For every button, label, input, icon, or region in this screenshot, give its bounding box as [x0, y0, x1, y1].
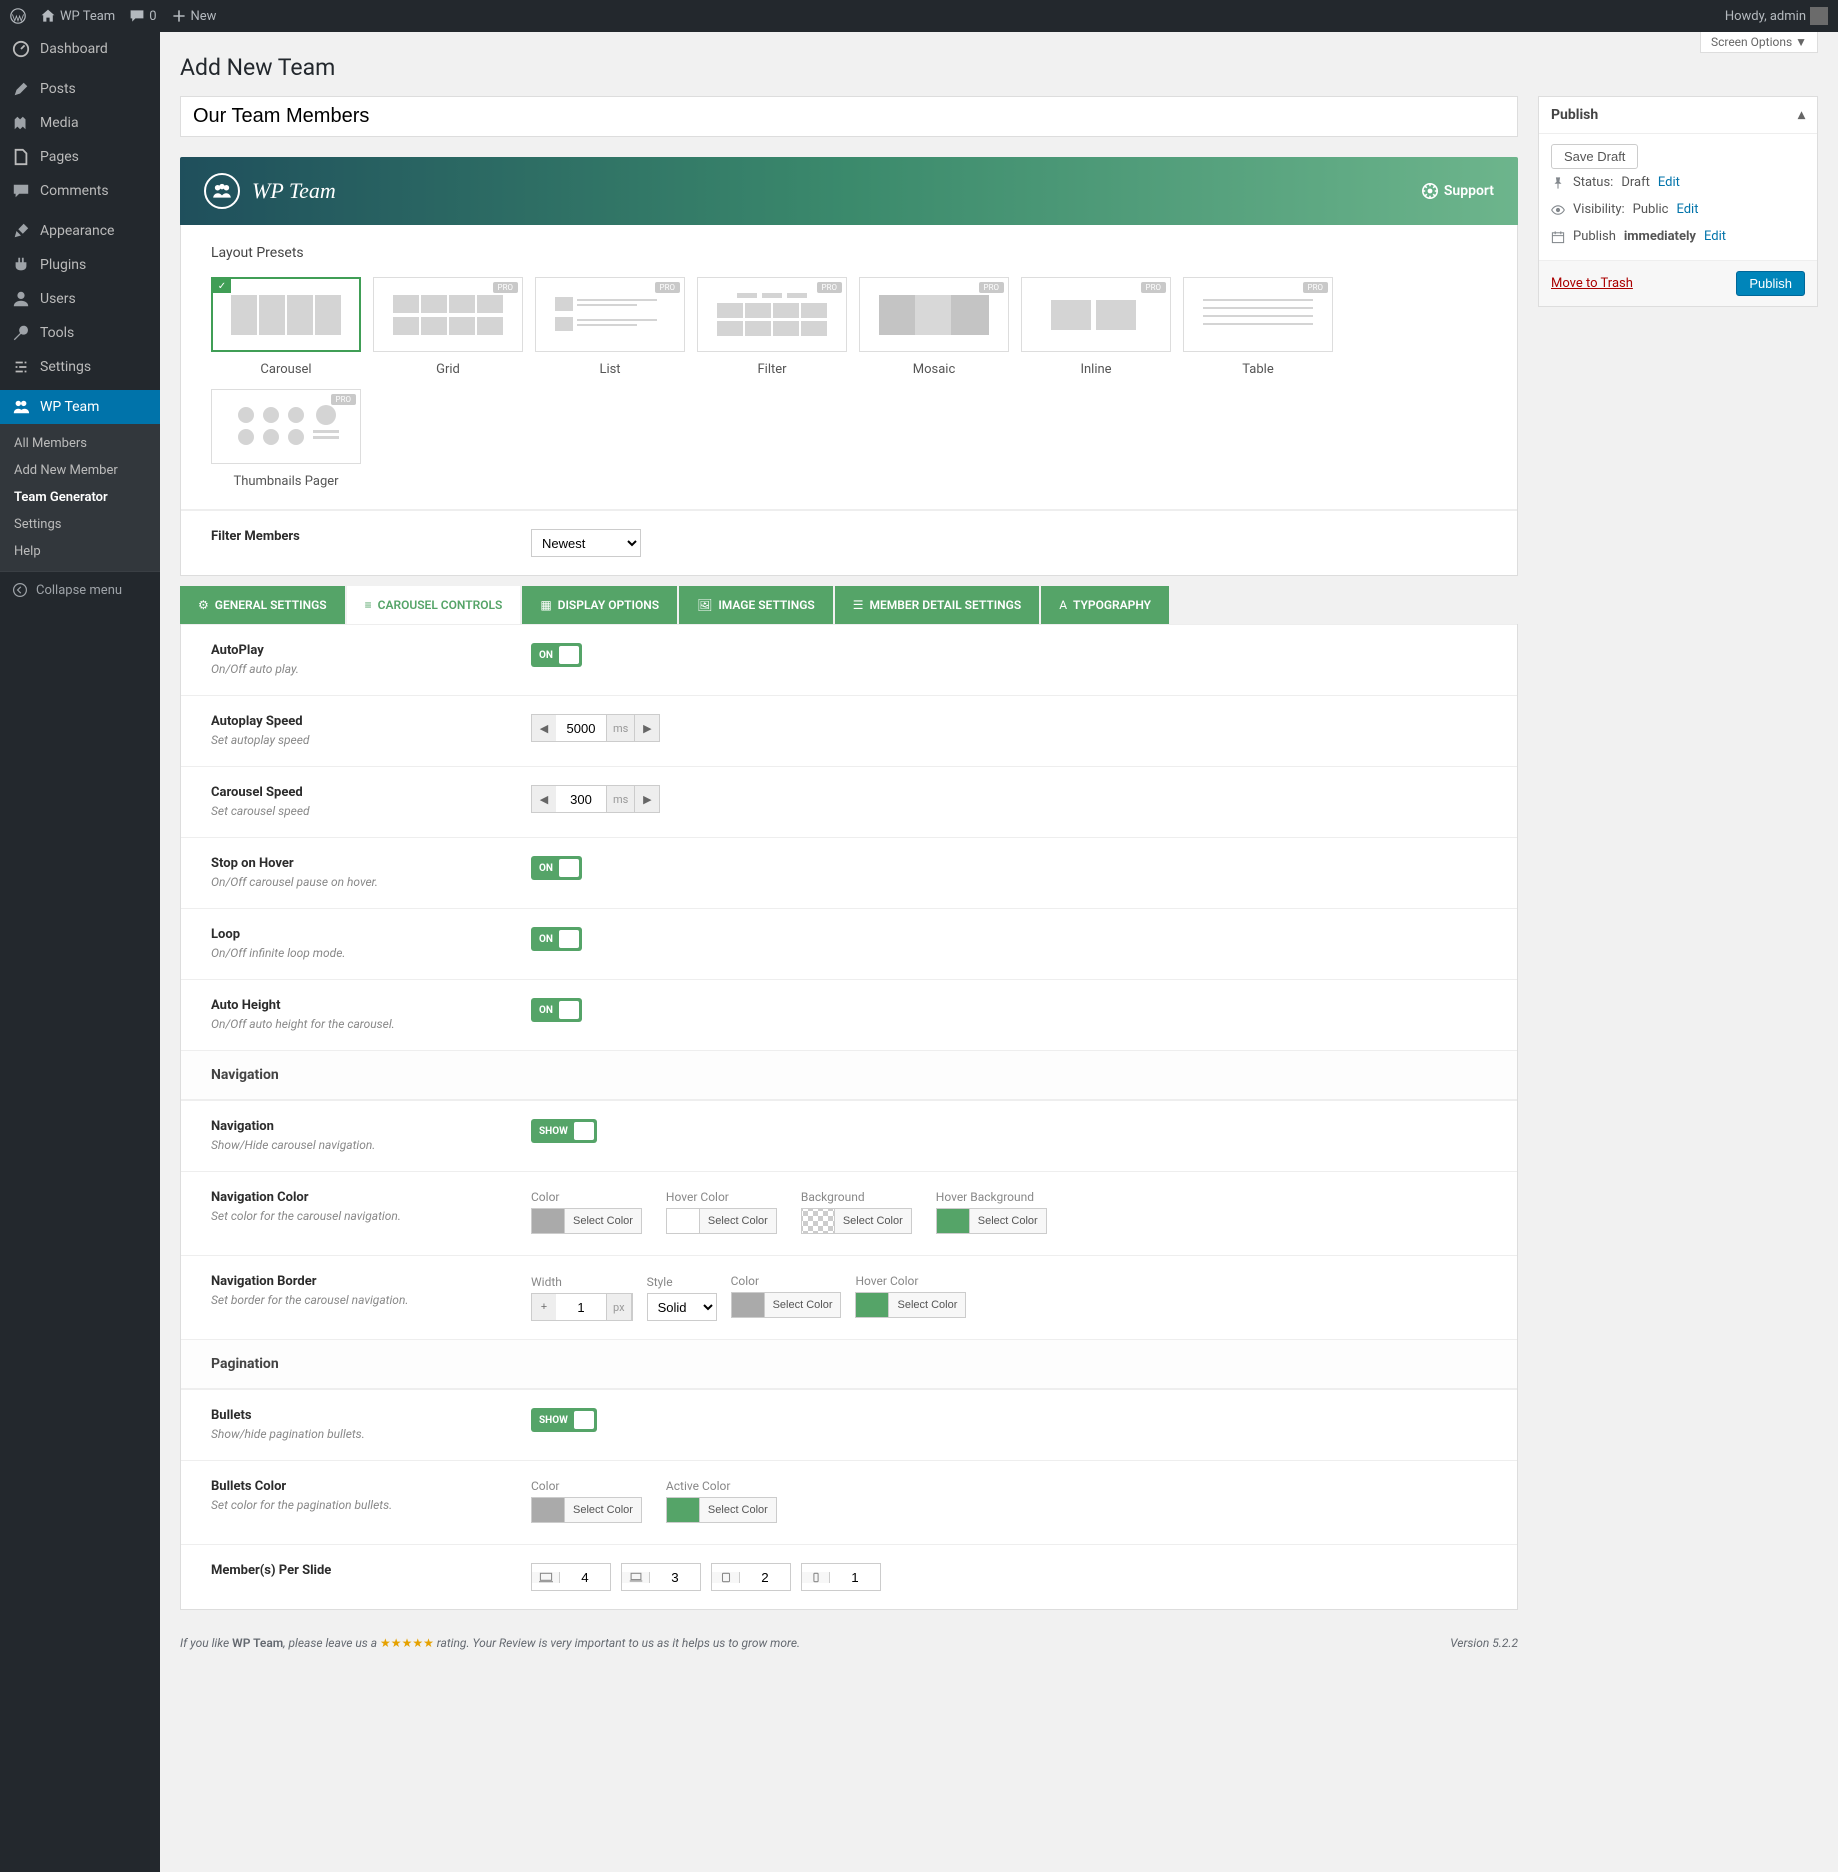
pagination-header: Pagination: [181, 1339, 1517, 1389]
plugin-logo-icon: [204, 173, 240, 209]
save-draft-button[interactable]: Save Draft: [1551, 144, 1638, 169]
per-slide-2[interactable]: [711, 1563, 791, 1591]
support-link[interactable]: Support: [1422, 183, 1494, 199]
move-to-trash[interactable]: Move to Trash: [1551, 276, 1633, 291]
autoplay-speed-input[interactable]: ◀ms▶: [531, 714, 660, 742]
per-slide-1[interactable]: [621, 1563, 701, 1591]
menu-wpteam[interactable]: WP Team: [0, 390, 160, 424]
submenu-all[interactable]: All Members: [0, 430, 160, 457]
nav-color-3[interactable]: Select Color: [936, 1208, 1047, 1234]
plugin-banner: WP Team Support: [180, 157, 1518, 225]
nav-color-2[interactable]: Select Color: [801, 1208, 912, 1234]
tab-general-settings[interactable]: ⚙ GENERAL SETTINGS: [180, 586, 345, 624]
tab-display-options[interactable]: ▦ DISPLAY OPTIONS: [522, 586, 677, 624]
nav-color-0[interactable]: Select Color: [531, 1208, 642, 1234]
filter-label: Filter Members: [211, 529, 531, 544]
preset-grid[interactable]: PROGrid: [373, 277, 523, 377]
preset-mosaic[interactable]: PROMosaic: [859, 277, 1009, 377]
bullet-color-1[interactable]: Select Color: [666, 1497, 777, 1523]
edit-visibility[interactable]: Edit: [1676, 202, 1698, 217]
preset-filter[interactable]: PROFilter: [697, 277, 847, 377]
publish-toggle-icon[interactable]: ▴: [1798, 107, 1805, 123]
tab-image-settings[interactable]: 🖼 IMAGE SETTINGS: [679, 586, 833, 624]
eye-icon: [1551, 203, 1565, 217]
howdy-link[interactable]: Howdy, admin: [1725, 7, 1828, 25]
menu-pages[interactable]: Pages: [0, 140, 160, 174]
publish-button[interactable]: Publish: [1736, 271, 1805, 296]
submenu-gen[interactable]: Team Generator: [0, 484, 160, 511]
footer: If you like WP Team, please leave us a ★…: [180, 1610, 1518, 1650]
nav-toggle[interactable]: SHOW: [531, 1119, 597, 1143]
auto-height-toggle[interactable]: ON: [531, 998, 582, 1022]
collapse-menu[interactable]: Collapse menu: [0, 571, 160, 608]
plugin-name: WP Team: [252, 178, 336, 204]
preset-list[interactable]: PROList: [535, 277, 685, 377]
submenu-help[interactable]: Help: [0, 538, 160, 565]
nav-header: Navigation: [181, 1050, 1517, 1100]
page-title: Add New Team: [180, 54, 1818, 81]
menu-users[interactable]: Users: [0, 282, 160, 316]
wp-logo[interactable]: [10, 8, 26, 24]
tab-typography[interactable]: A TYPOGRAPHY: [1041, 586, 1169, 624]
border-color[interactable]: Select Color: [731, 1292, 842, 1318]
presets-label: Layout Presets: [211, 245, 1487, 261]
title-input[interactable]: [180, 96, 1518, 137]
submenu-settings[interactable]: Settings: [0, 511, 160, 538]
nav-color-1[interactable]: Select Color: [666, 1208, 777, 1234]
loop-toggle[interactable]: ON: [531, 927, 582, 951]
menu-appearance[interactable]: Appearance: [0, 214, 160, 248]
screen-options[interactable]: Screen Options ▼: [1700, 32, 1818, 53]
stop-hover-toggle[interactable]: ON: [531, 856, 582, 880]
comments-link[interactable]: 0: [129, 8, 156, 24]
tab-member-detail-settings[interactable]: ☰ MEMBER DETAIL SETTINGS: [835, 586, 1039, 624]
menu-settings[interactable]: Settings: [0, 350, 160, 384]
avatar: [1810, 7, 1828, 25]
per-slide-0[interactable]: [531, 1563, 611, 1591]
menu-comments[interactable]: Comments: [0, 174, 160, 208]
border-style[interactable]: Solid: [647, 1293, 717, 1321]
bullets-toggle[interactable]: SHOW: [531, 1408, 597, 1432]
tab-carousel-controls[interactable]: ≡ CAROUSEL CONTROLS: [347, 586, 521, 624]
publish-box: Publish▴ Save Draft Status: Draft Edit V…: [1538, 96, 1818, 307]
menu-tools[interactable]: Tools: [0, 316, 160, 350]
filter-select[interactable]: Newest: [531, 529, 641, 557]
preset-table[interactable]: PROTable: [1183, 277, 1333, 377]
autoplay-toggle[interactable]: ON: [531, 643, 582, 667]
calendar-icon: [1551, 230, 1565, 244]
menu-posts[interactable]: Posts: [0, 72, 160, 106]
edit-status[interactable]: Edit: [1658, 175, 1680, 190]
menu-dashboard[interactable]: Dashboard: [0, 32, 160, 66]
menu-media[interactable]: Media: [0, 106, 160, 140]
submenu-wpteam: All Members Add New Member Team Generato…: [0, 424, 160, 571]
preset-carousel[interactable]: Carousel: [211, 277, 361, 377]
border-hover-color[interactable]: Select Color: [855, 1292, 966, 1318]
per-slide-3[interactable]: [801, 1563, 881, 1591]
new-link[interactable]: New: [171, 8, 217, 24]
bullet-color-0[interactable]: Select Color: [531, 1497, 642, 1523]
preset-inline[interactable]: PROInline: [1021, 277, 1171, 377]
site-link[interactable]: WP Team: [40, 8, 115, 24]
edit-publish-time[interactable]: Edit: [1704, 229, 1726, 244]
pin-icon: [1551, 176, 1565, 190]
menu-plugins[interactable]: Plugins: [0, 248, 160, 282]
admin-bar: WP Team 0 New Howdy, admin: [0, 0, 1838, 32]
carousel-speed-input[interactable]: ◀ms▶: [531, 785, 660, 813]
border-width[interactable]: +px: [531, 1293, 633, 1321]
submenu-add[interactable]: Add New Member: [0, 457, 160, 484]
preset-thumbnails-pager[interactable]: PROThumbnails Pager: [211, 389, 361, 489]
admin-menu: Dashboard Posts Media Pages Comments App…: [0, 32, 160, 1872]
